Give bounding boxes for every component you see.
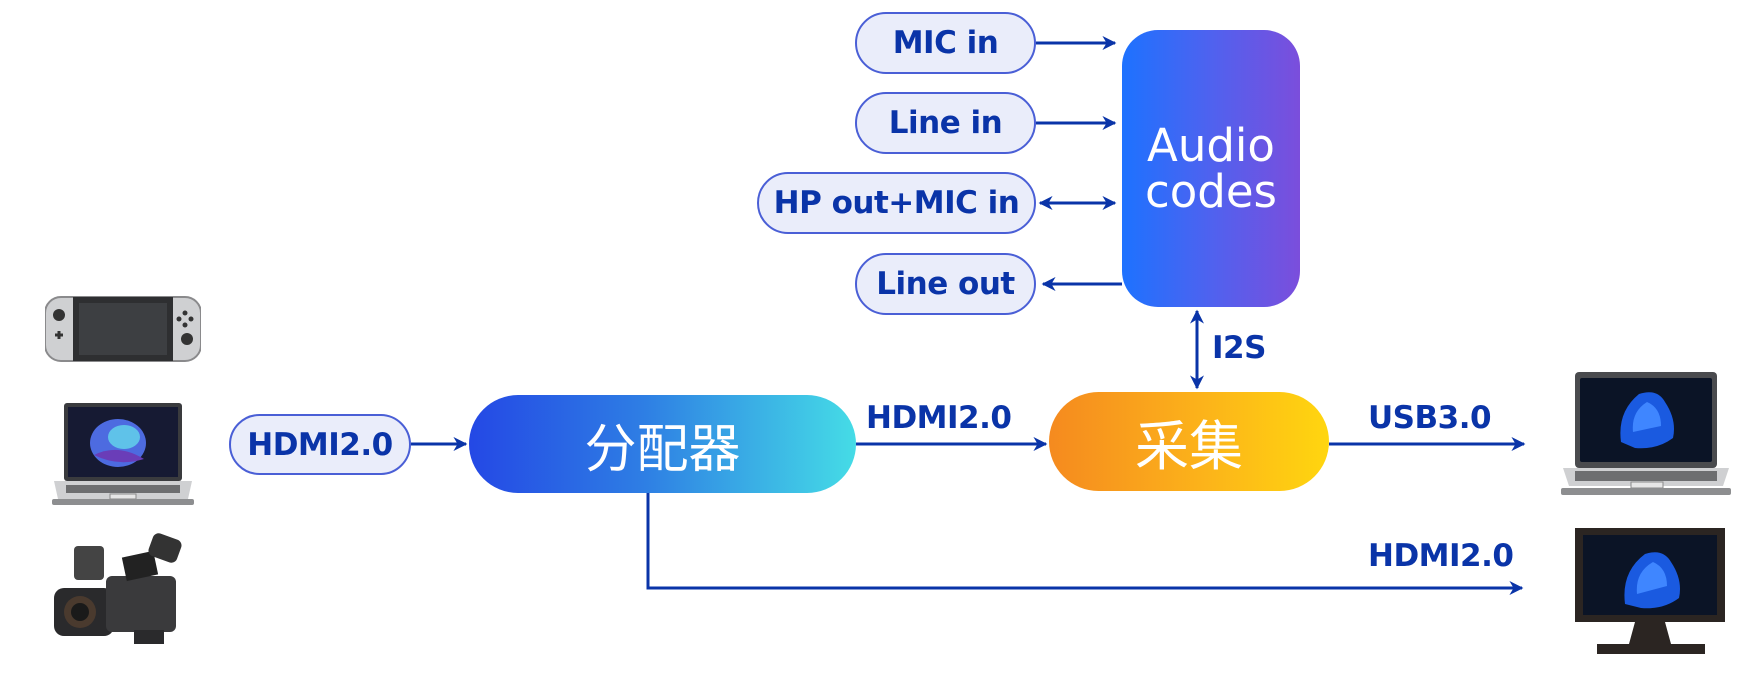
mic-in-label: MIC in (892, 25, 999, 61)
audio-codec-line1: Audio (1147, 118, 1275, 172)
audio-codec-block: Audio codes (1122, 30, 1300, 307)
laptop-output-icon (1561, 372, 1731, 495)
audio-codec-line2: codes (1145, 164, 1277, 218)
splitter-block: 分配器 (469, 395, 856, 493)
laptop-source-icon (52, 403, 194, 505)
capture-label: 采集 (1135, 415, 1243, 478)
hdmi-input-label: HDMI2.0 (247, 426, 393, 463)
mic-in-pill: MIC in (855, 12, 1036, 74)
camcorder-icon (54, 533, 182, 644)
hp-out-mic-in-pill: HP out+MIC in (757, 172, 1036, 234)
splitter-to-capture-label: HDMI2.0 (866, 400, 1012, 436)
hdmi-out-label: HDMI2.0 (1368, 538, 1514, 574)
usb-label: USB3.0 (1368, 400, 1492, 436)
splitter-label: 分配器 (584, 419, 741, 480)
line-out-label: Line out (876, 266, 1015, 302)
line-in-pill: Line in (855, 92, 1036, 154)
i2s-label: I2S (1212, 330, 1266, 366)
line-out-pill: Line out (855, 253, 1036, 315)
capture-block: 采集 (1049, 392, 1329, 491)
hdmi-input-pill: HDMI2.0 (229, 414, 411, 475)
monitor-icon (1575, 528, 1725, 654)
game-console-icon (45, 296, 201, 362)
line-in-label: Line in (888, 105, 1003, 141)
hp-out-mic-in-label: HP out+MIC in (773, 185, 1020, 221)
